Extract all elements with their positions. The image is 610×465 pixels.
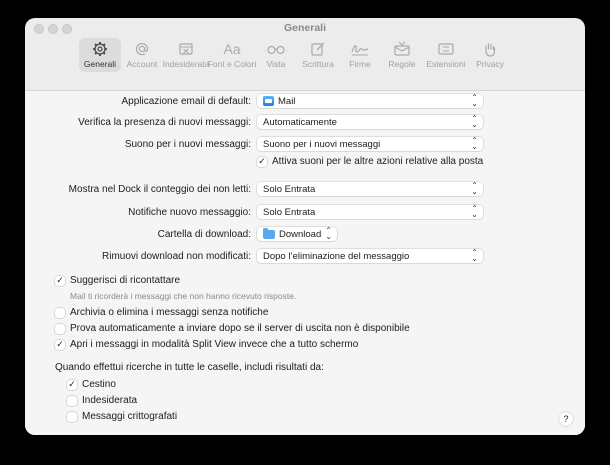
junk-icon bbox=[178, 40, 194, 58]
tab-label: Indesiderata bbox=[162, 59, 210, 69]
remove-downloads-value: Dopo l’eliminazione del messaggio bbox=[263, 250, 410, 262]
tab-label: Scrittura bbox=[302, 59, 334, 69]
archive-checkbox[interactable] bbox=[55, 307, 65, 318]
suggest-row: ✓ Suggerisci di ricontattare bbox=[55, 275, 180, 286]
at-icon bbox=[134, 40, 150, 58]
search-junk-label: Indesiderata bbox=[82, 395, 138, 406]
dock-count-value: Solo Entrata bbox=[263, 183, 316, 195]
help-button[interactable]: ? bbox=[559, 412, 573, 426]
new-sound-row: Suono per i nuovi messaggi: Suono per i … bbox=[25, 136, 585, 152]
mail-app-icon bbox=[263, 96, 274, 106]
play-sounds-checkbox[interactable]: ✓ bbox=[257, 156, 267, 167]
retry-send-checkbox[interactable] bbox=[55, 323, 65, 334]
remove-downloads-row: Rimuovi download non modificati: Dopo l’… bbox=[25, 248, 585, 264]
archive-row: Archivia o elimina i messaggi senza noti… bbox=[55, 307, 268, 318]
tab-font-e-colori[interactable]: Aa Font e Colori bbox=[207, 38, 257, 72]
folder-icon bbox=[263, 227, 275, 239]
tab-generali[interactable]: Generali bbox=[79, 38, 121, 72]
tab-privacy[interactable]: Privacy bbox=[469, 38, 511, 72]
download-folder-row: Cartella di download: Download ⌃ ⌄ bbox=[25, 226, 585, 242]
tab-label: Regole bbox=[388, 59, 416, 69]
gear-icon bbox=[92, 40, 108, 58]
check-new-row: Verifica la presenza di nuovi messaggi: … bbox=[25, 114, 585, 130]
chevron-updown-icon: ⌃ ⌄ bbox=[325, 226, 332, 241]
hand-icon bbox=[482, 40, 498, 58]
search-item-encrypted-row: Messaggi crittografati bbox=[67, 411, 177, 422]
new-sound-label: Suono per i nuovi messaggi: bbox=[124, 138, 251, 150]
extensions-icon bbox=[437, 40, 455, 58]
download-folder-value: Download bbox=[279, 228, 322, 240]
search-item-junk-row: Indesiderata bbox=[67, 395, 137, 406]
chevron-updown-icon: ⌃ ⌄ bbox=[471, 181, 478, 196]
tab-label: Firme bbox=[349, 59, 371, 69]
play-sounds-row: ✓ Attiva suoni per le altre azioni relat… bbox=[257, 156, 483, 167]
download-folder-label: Cartella di download: bbox=[157, 228, 251, 240]
tab-label: Estensioni bbox=[426, 59, 466, 69]
suggest-label: Suggerisci di ricontattare bbox=[70, 275, 181, 286]
search-encrypted-checkbox[interactable] bbox=[67, 411, 77, 422]
compose-icon bbox=[310, 40, 326, 58]
font-icon: Aa bbox=[223, 41, 241, 57]
archive-label: Archivia o elimina i messaggi senza noti… bbox=[70, 307, 269, 318]
search-encrypted-label: Messaggi crittografati bbox=[82, 411, 178, 422]
remove-downloads-popup[interactable]: Dopo l’eliminazione del messaggio ⌃ ⌄ bbox=[257, 249, 483, 263]
new-sound-value: Suono per i nuovi messaggi bbox=[263, 138, 381, 150]
split-view-row: ✓ Apri i messaggi in modalità Split View… bbox=[55, 339, 358, 350]
tab-label: Account bbox=[126, 59, 158, 69]
tab-vista[interactable]: Vista bbox=[255, 38, 297, 72]
chevron-updown-icon: ⌃ ⌄ bbox=[471, 204, 478, 219]
chevron-updown-icon: ⌃ ⌄ bbox=[471, 114, 478, 129]
search-heading: Quando effettui ricerche in tutte le cas… bbox=[55, 362, 324, 373]
chevron-updown-icon: ⌃ ⌄ bbox=[471, 248, 478, 263]
notifications-value: Solo Entrata bbox=[263, 206, 316, 218]
tab-label: Vista bbox=[266, 59, 286, 69]
suggest-hint: Mail ti ricorderà i messaggi che non han… bbox=[70, 291, 297, 301]
tab-account[interactable]: Account bbox=[121, 38, 163, 72]
chevron-updown-icon: ⌃ ⌄ bbox=[471, 93, 478, 108]
default-email-popup[interactable]: Mail ⌃ ⌄ bbox=[257, 94, 483, 108]
preferences-window: Generali Generali Account Indesiderata A… bbox=[25, 18, 585, 435]
check-new-popup[interactable]: Automaticamente ⌃ ⌄ bbox=[257, 115, 483, 129]
tab-estensioni[interactable]: Estensioni bbox=[423, 38, 469, 72]
check-new-value: Automaticamente bbox=[263, 116, 337, 128]
rules-icon bbox=[393, 40, 411, 58]
retry-send-label: Prova automaticamente a inviare dopo se … bbox=[70, 323, 410, 334]
search-junk-checkbox[interactable] bbox=[67, 395, 77, 406]
default-email-row: Applicazione email di default: Mail ⌃ ⌄ bbox=[25, 93, 585, 109]
retry-send-row: Prova automaticamente a inviare dopo se … bbox=[55, 323, 410, 334]
notifications-label: Notifiche nuovo messaggio: bbox=[128, 206, 251, 218]
dock-count-label: Mostra nel Dock il conteggio dei non let… bbox=[68, 183, 251, 195]
search-trash-checkbox[interactable]: ✓ bbox=[67, 379, 77, 390]
tab-label: Generali bbox=[83, 59, 117, 69]
remove-downloads-label: Rimuovi download non modificati: bbox=[102, 250, 251, 262]
default-email-label: Applicazione email di default: bbox=[121, 95, 251, 107]
general-settings-pane: Applicazione email di default: Mail ⌃ ⌄ V… bbox=[25, 90, 585, 435]
tab-firme[interactable]: Firme bbox=[339, 38, 381, 72]
notifications-popup[interactable]: Solo Entrata ⌃ ⌄ bbox=[257, 205, 483, 219]
dock-count-row: Mostra nel Dock il conteggio dei non let… bbox=[25, 181, 585, 197]
notifications-row: Notifiche nuovo messaggio: Solo Entrata … bbox=[25, 204, 585, 220]
tab-indesiderata[interactable]: Indesiderata bbox=[163, 38, 209, 72]
suggest-checkbox[interactable]: ✓ bbox=[55, 275, 65, 286]
split-view-label: Apri i messaggi in modalità Split View i… bbox=[70, 339, 359, 350]
dock-count-popup[interactable]: Solo Entrata ⌃ ⌄ bbox=[257, 182, 483, 196]
new-sound-popup[interactable]: Suono per i nuovi messaggi ⌃ ⌄ bbox=[257, 137, 483, 151]
tab-label: Privacy bbox=[476, 59, 504, 69]
chevron-updown-icon: ⌃ ⌄ bbox=[471, 136, 478, 151]
default-email-value: Mail bbox=[278, 95, 296, 107]
download-folder-popup[interactable]: Download ⌃ ⌄ bbox=[257, 227, 337, 241]
play-sounds-label: Attiva suoni per le altre azioni relativ… bbox=[272, 156, 484, 167]
glasses-icon bbox=[266, 40, 286, 58]
window-title: Generali bbox=[283, 22, 327, 34]
check-new-label: Verifica la presenza di nuovi messaggi: bbox=[78, 116, 251, 128]
tab-label: Font e Colori bbox=[207, 59, 257, 69]
split-view-checkbox[interactable]: ✓ bbox=[55, 339, 65, 350]
search-trash-label: Cestino bbox=[82, 379, 116, 390]
preferences-toolbar: Generali Account Indesiderata Aa Font e … bbox=[79, 38, 511, 90]
search-item-trash-row: ✓ Cestino bbox=[67, 379, 116, 390]
signature-icon bbox=[350, 40, 370, 58]
tab-regole[interactable]: Regole bbox=[381, 38, 423, 72]
tab-scrittura[interactable]: Scrittura bbox=[297, 38, 339, 72]
